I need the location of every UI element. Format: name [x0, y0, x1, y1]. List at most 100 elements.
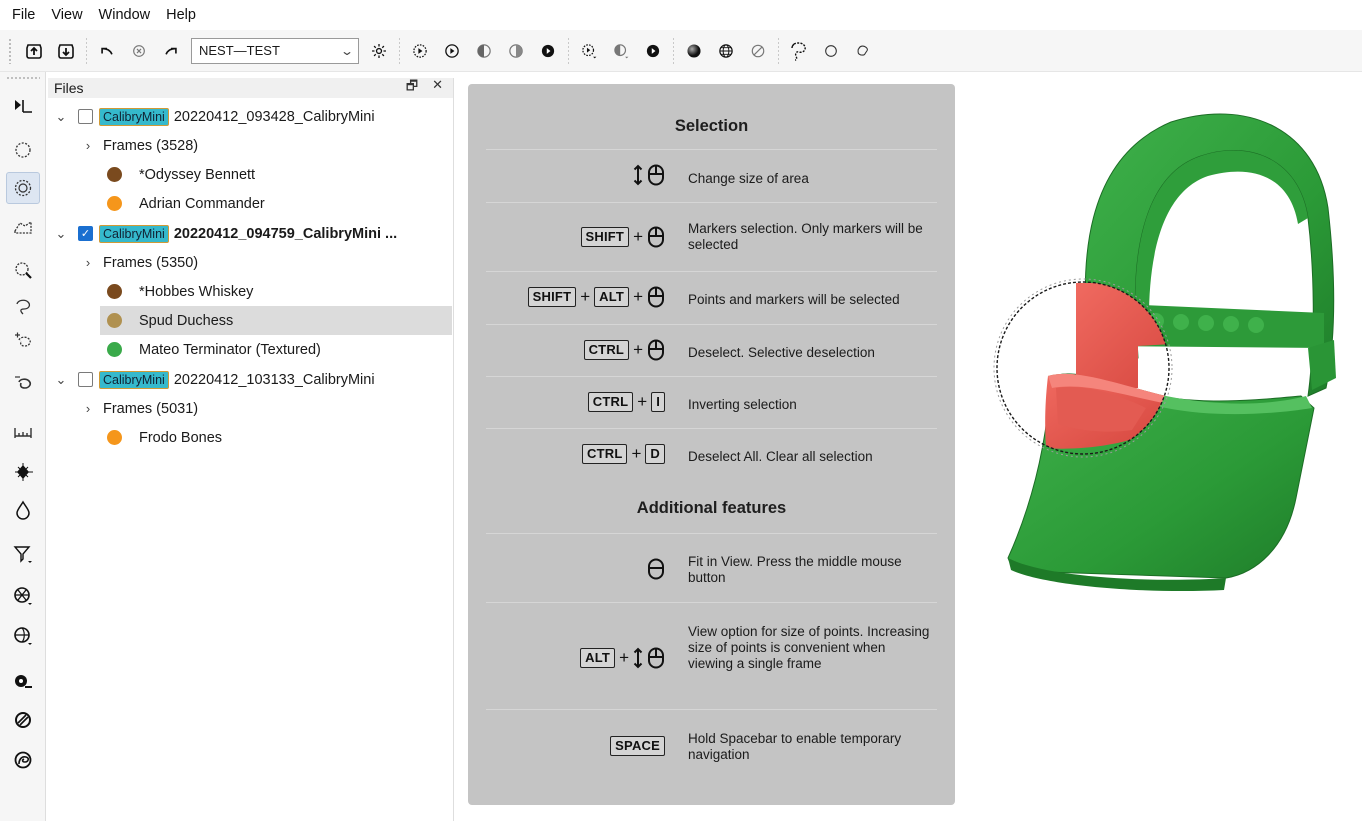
freeform-select-button[interactable]: [847, 35, 879, 67]
lasso-icon: [791, 41, 806, 61]
tree-object-row[interactable]: *Hobbes Whiskey: [48, 277, 452, 306]
play-sequence-button[interactable]: [404, 35, 436, 67]
play-button[interactable]: [436, 35, 468, 67]
circle-brush-icon: [14, 179, 32, 197]
plus-sign: +: [631, 444, 642, 463]
shortcut-description: Points and markers will be selected: [688, 292, 900, 307]
chevron-right-icon[interactable]: ›: [81, 401, 95, 416]
tree-project-row[interactable]: ⌄ CalibryMini 20220412_093428_CalibryMin…: [48, 102, 452, 131]
tree-object-row[interactable]: Frodo Bones: [48, 423, 452, 452]
undock-icon[interactable]: 🗗: [406, 77, 418, 99]
circle-dashed-icon: [15, 142, 31, 158]
play-dashed-icon: [413, 43, 427, 58]
tree-object-row[interactable]: Adrian Commander: [48, 189, 452, 218]
tree-frames-row[interactable]: › Frames (3528): [48, 131, 452, 160]
project-combo[interactable]: NEST—TEST ⌄: [191, 37, 359, 64]
tree-frames-row[interactable]: › Frames (5350): [48, 248, 452, 277]
circle-select-button[interactable]: [815, 35, 847, 67]
magnifier-select-icon: [15, 262, 32, 279]
settings-button[interactable]: [363, 35, 395, 67]
shortcut-description: Change size of area: [688, 171, 809, 186]
circle-outline-icon: [825, 44, 837, 57]
frames-label: Frames (5350): [103, 254, 199, 271]
shortcut-description: Deselect. Selective deselection: [688, 345, 875, 360]
project-checkbox[interactable]: [78, 109, 93, 124]
menu-view[interactable]: View: [43, 7, 90, 23]
aperture-dropdown-icon: [14, 587, 32, 605]
lasso-add-tool[interactable]: [6, 326, 40, 358]
measure-tool[interactable]: [6, 416, 40, 448]
chevron-right-icon[interactable]: ›: [81, 255, 95, 270]
lasso-remove-tool[interactable]: [6, 368, 40, 400]
project-checkbox[interactable]: [78, 372, 93, 387]
brush-select-tool[interactable]: [6, 172, 40, 204]
mouse-icon: [647, 226, 665, 248]
lasso-minus-icon: [15, 376, 32, 389]
solid-mode-button[interactable]: [532, 35, 564, 67]
key-alt: ALT: [594, 287, 630, 307]
navigate-tool-button[interactable]: [6, 90, 40, 122]
toolbar-grip[interactable]: [8, 37, 12, 64]
surface-select-icon: [14, 220, 32, 234]
mesh-mode-button[interactable]: [500, 35, 532, 67]
mesh-tool[interactable]: [6, 620, 40, 652]
shortcut-row: ALT + View option for size of points. In…: [468, 603, 955, 709]
left-toolbar-grip[interactable]: [6, 76, 40, 80]
play-dropdown-button[interactable]: [573, 35, 605, 67]
menu-help[interactable]: Help: [158, 7, 204, 23]
smooth-tool[interactable]: [6, 744, 40, 776]
mouse-icon: [647, 558, 665, 580]
tree-project-row[interactable]: ⌄ ✓ CalibryMini 20220412_094759_CalibryM…: [48, 219, 452, 248]
shortcut-description: Inverting selection: [688, 397, 797, 412]
lasso-tool-button[interactable]: [783, 35, 815, 67]
texture-tool[interactable]: [6, 666, 40, 698]
solid-play-button[interactable]: [637, 35, 669, 67]
chevron-down-icon[interactable]: ⌄: [54, 109, 68, 125]
filter-tool[interactable]: [6, 538, 40, 570]
lasso-select-tool[interactable]: [6, 290, 40, 322]
toolbar-separator: [86, 37, 87, 64]
chevron-down-icon[interactable]: ⌄: [54, 372, 68, 388]
menu-window[interactable]: Window: [91, 7, 159, 23]
solid-play-sphere-icon: [541, 44, 555, 57]
shortcut-row: Change size of area: [468, 150, 955, 202]
menu-file[interactable]: File: [4, 7, 43, 23]
chevron-down-icon[interactable]: ⌄: [54, 226, 68, 242]
object-color-dot: [107, 196, 122, 211]
cancel-button[interactable]: [123, 35, 155, 67]
3d-viewport[interactable]: [956, 78, 1362, 821]
import-button[interactable]: [18, 35, 50, 67]
sphere-shaded-button[interactable]: [678, 35, 710, 67]
export-button[interactable]: [50, 35, 82, 67]
redo-button[interactable]: [155, 35, 187, 67]
wireframe-sphere-button[interactable]: [710, 35, 742, 67]
surface-select-tool[interactable]: [6, 212, 40, 244]
undo-button[interactable]: [91, 35, 123, 67]
tree-object-row-selected[interactable]: Spud Duchess: [100, 306, 452, 335]
magic-select-tool[interactable]: [6, 254, 40, 286]
shortcut-help-overlay: Selection Change size of area SHIFT + Ma…: [468, 84, 955, 805]
project-combo-value: NEST—TEST: [199, 43, 280, 58]
mouse-icon: [647, 339, 665, 361]
mesh-globe-dropdown-icon: [14, 627, 32, 645]
close-icon[interactable]: ✕: [432, 77, 443, 99]
rebuild-tool[interactable]: [6, 580, 40, 612]
spiral-icon: [14, 751, 32, 769]
pointcloud-mode-button[interactable]: [468, 35, 500, 67]
shortcut-description: View option for size of points. Increasi…: [688, 624, 930, 671]
shading-dropdown-icon: [614, 43, 629, 58]
drop-tool[interactable]: [6, 494, 40, 526]
shading-dropdown-button[interactable]: [605, 35, 637, 67]
tree-frames-row[interactable]: › Frames (5031): [48, 394, 452, 423]
key-shift: SHIFT: [527, 287, 577, 307]
circle-select-tool[interactable]: [6, 134, 40, 166]
fill-holes-tool[interactable]: [6, 704, 40, 736]
chip-tool[interactable]: [6, 456, 40, 488]
hide-button[interactable]: [742, 35, 774, 67]
prohibited-icon: [751, 44, 765, 57]
tree-project-row[interactable]: ⌄ CalibryMini 20220412_103133_CalibryMin…: [48, 365, 452, 394]
tree-object-row[interactable]: Mateo Terminator (Textured): [48, 335, 452, 364]
tree-object-row[interactable]: *Odyssey Bennett: [48, 160, 452, 189]
project-checkbox[interactable]: ✓: [78, 226, 93, 241]
chevron-right-icon[interactable]: ›: [81, 138, 95, 153]
